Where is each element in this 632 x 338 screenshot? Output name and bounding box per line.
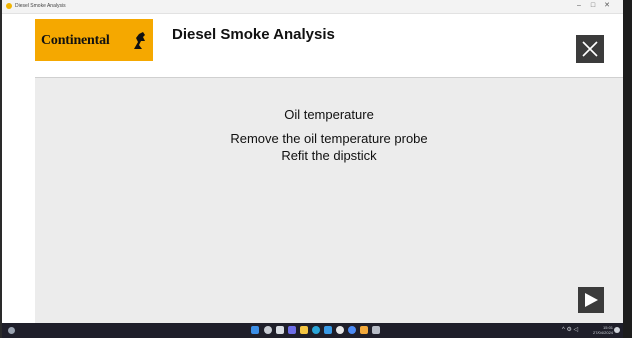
pinned-app-icon[interactable] <box>372 326 380 334</box>
notification-icon[interactable] <box>614 327 620 333</box>
tray-icons[interactable]: ^ ⚙ ◁ <box>562 327 578 334</box>
chrome-icon[interactable] <box>348 326 356 334</box>
screen: Diesel Smoke Analysis – □ ✕ Continental … <box>0 0 632 338</box>
app-icon[interactable] <box>336 326 344 334</box>
system-tray[interactable]: ^ ⚙ ◁ 15:01 27/04/2024 <box>562 325 620 335</box>
close-button[interactable] <box>576 35 604 63</box>
window-close-button[interactable]: ✕ <box>601 1 613 11</box>
start-icon[interactable] <box>251 326 259 334</box>
file-icon[interactable] <box>360 326 368 334</box>
close-icon <box>582 41 598 57</box>
window-title: Diesel Smoke Analysis <box>15 3 66 9</box>
play-icon <box>585 293 598 307</box>
clock[interactable]: 15:01 27/04/2024 <box>593 325 613 335</box>
store-icon[interactable] <box>324 326 332 334</box>
window-edge-left <box>0 0 2 338</box>
logo-text: Continental <box>41 33 110 48</box>
taskbar: ^ ⚙ ◁ 15:01 27/04/2024 <box>2 323 623 338</box>
app-icon <box>6 3 12 9</box>
chat-icon[interactable] <box>288 326 296 334</box>
widgets-icon[interactable] <box>8 327 15 334</box>
taskview-icon[interactable] <box>276 326 284 334</box>
maximize-button[interactable]: □ <box>587 1 599 11</box>
window-titlebar[interactable]: Diesel Smoke Analysis – □ ✕ <box>2 0 623 14</box>
instruction-heading: Oil temperature <box>284 107 374 122</box>
instruction-step: Refit the dipstick <box>281 148 377 163</box>
continental-logo: Continental <box>35 19 153 61</box>
minimize-button[interactable]: – <box>573 1 585 11</box>
window-edge-right <box>623 0 632 338</box>
search-icon[interactable] <box>264 326 272 334</box>
next-button[interactable] <box>578 287 604 313</box>
instruction-step: Remove the oil temperature probe <box>230 131 428 146</box>
horse-icon <box>134 32 145 49</box>
browser-icon[interactable] <box>312 326 320 334</box>
folder-icon[interactable] <box>300 326 308 334</box>
page-title: Diesel Smoke Analysis <box>172 26 335 43</box>
